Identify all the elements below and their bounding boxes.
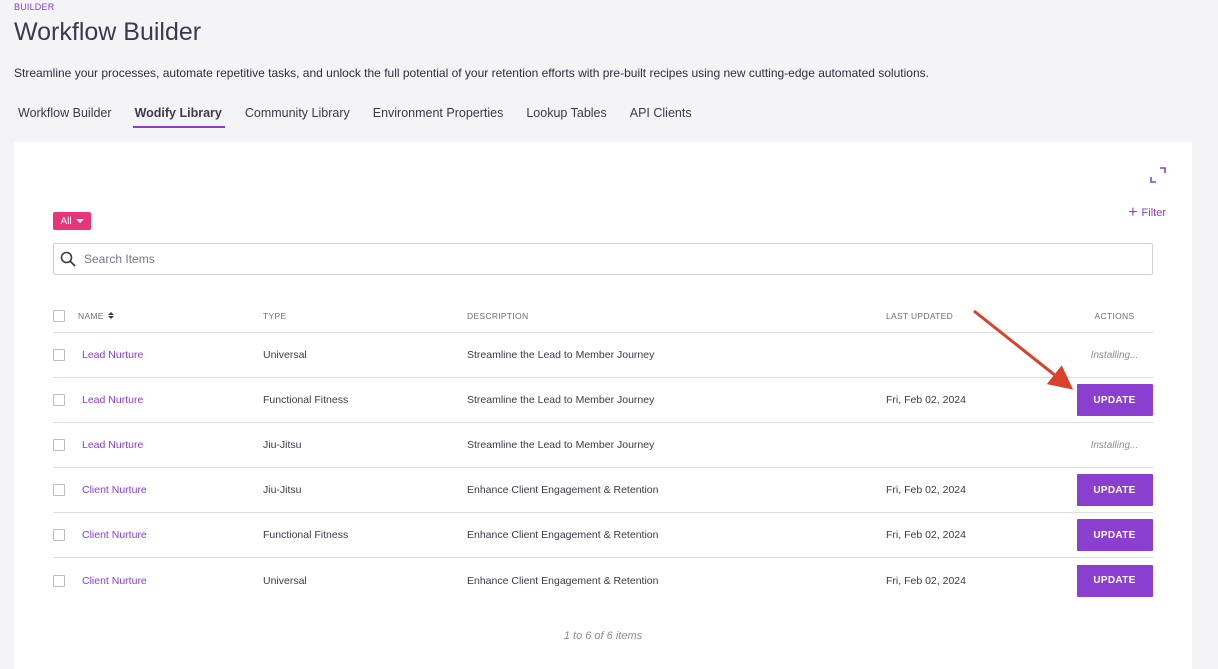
recipe-name-link[interactable]: Lead Nurture xyxy=(78,349,143,361)
update-button[interactable]: UPDATE xyxy=(1076,519,1153,551)
filter-label: Filter xyxy=(1141,207,1166,219)
search-icon xyxy=(60,251,76,267)
library-card: All + Filter NAME TYPE DESCRIPTION LAST … xyxy=(14,142,1192,669)
column-last-updated: LAST UPDATED xyxy=(886,310,954,321)
recipe-name-link[interactable]: Client Nurture xyxy=(78,529,147,541)
library-table: NAME TYPE DESCRIPTION LAST UPDATED ACTIO… xyxy=(53,299,1153,603)
page-description: Streamline your processes, automate repe… xyxy=(14,66,929,80)
recipe-name-link[interactable]: Lead Nurture xyxy=(78,394,143,406)
column-name[interactable]: NAME xyxy=(78,311,263,321)
tab-environment-properties[interactable]: Environment Properties xyxy=(369,98,507,128)
sort-icon[interactable] xyxy=(107,312,114,319)
table-row: Lead Nurture Functional Fitness Streamli… xyxy=(53,378,1153,423)
update-button[interactable]: UPDATE xyxy=(1076,474,1153,506)
table-row: Client Nurture Functional Fitness Enhanc… xyxy=(53,513,1153,558)
page-title: Workflow Builder xyxy=(14,18,202,46)
table-row: Lead Nurture Jiu-Jitsu Streamline the Le… xyxy=(53,423,1153,468)
select-all-checkbox[interactable] xyxy=(53,309,65,322)
recipe-description: Enhance Client Engagement & Retention xyxy=(467,574,659,587)
all-dropdown[interactable]: All xyxy=(53,212,91,230)
tab-community-library[interactable]: Community Library xyxy=(241,98,353,128)
recipe-type: Universal xyxy=(263,574,307,587)
recipe-type: Functional Fitness xyxy=(263,529,349,541)
recipe-last-updated: Fri, Feb 02, 2024 xyxy=(886,574,966,587)
filter-button[interactable]: + Filter xyxy=(1128,204,1166,221)
recipe-name-link[interactable]: Client Nurture xyxy=(78,484,147,496)
recipe-name-link[interactable]: Lead Nurture xyxy=(78,439,143,451)
column-actions: ACTIONS xyxy=(1094,310,1135,321)
column-type: TYPE xyxy=(263,310,287,321)
recipe-last-updated: Fri, Feb 02, 2024 xyxy=(886,394,966,406)
expand-icon[interactable] xyxy=(1150,167,1166,183)
search-box xyxy=(53,243,1153,275)
tab-workflow-builder[interactable]: Workflow Builder xyxy=(14,98,115,128)
recipe-description: Streamline the Lead to Member Journey xyxy=(467,349,655,361)
caret-down-icon xyxy=(75,219,84,223)
row-checkbox[interactable] xyxy=(53,394,65,406)
tab-wodify-library[interactable]: Wodify Library xyxy=(131,98,226,128)
recipe-description: Enhance Client Engagement & Retention xyxy=(467,529,659,541)
recipe-description: Enhance Client Engagement & Retention xyxy=(467,484,659,496)
row-checkbox[interactable] xyxy=(53,529,65,541)
recipe-type: Functional Fitness xyxy=(263,394,349,406)
row-checkbox[interactable] xyxy=(53,574,65,587)
row-checkbox[interactable] xyxy=(53,439,65,451)
table-row: Client Nurture Universal Enhance Client … xyxy=(53,558,1153,603)
recipe-type: Jiu-Jitsu xyxy=(263,439,302,451)
recipe-name-link[interactable]: Client Nurture xyxy=(78,575,147,587)
plus-icon: + xyxy=(1128,204,1138,221)
recipe-last-updated: Fri, Feb 02, 2024 xyxy=(886,484,966,496)
pagination-summary: 1 to 6 of 6 items xyxy=(563,630,643,642)
tab-api-clients[interactable]: API Clients xyxy=(626,98,695,128)
recipe-description: Streamline the Lead to Member Journey xyxy=(467,394,655,406)
installing-status: Installing... xyxy=(1090,439,1139,451)
table-header: NAME TYPE DESCRIPTION LAST UPDATED ACTIO… xyxy=(53,299,1153,333)
table-row: Lead Nurture Universal Streamline the Le… xyxy=(53,333,1153,378)
breadcrumb[interactable]: BUILDER xyxy=(14,2,54,12)
search-input[interactable] xyxy=(84,252,1084,266)
update-button[interactable]: UPDATE xyxy=(1076,384,1153,416)
recipe-type: Universal xyxy=(263,349,307,361)
tab-bar: Workflow Builder Wodify Library Communit… xyxy=(14,98,695,130)
recipe-type: Jiu-Jitsu xyxy=(263,484,302,496)
column-description: DESCRIPTION xyxy=(467,310,529,321)
all-label: All xyxy=(60,215,72,227)
row-checkbox[interactable] xyxy=(53,484,65,496)
recipe-description: Streamline the Lead to Member Journey xyxy=(467,439,655,451)
update-button[interactable]: UPDATE xyxy=(1076,564,1153,597)
row-checkbox[interactable] xyxy=(53,349,65,361)
installing-status: Installing... xyxy=(1090,349,1139,361)
table-row: Client Nurture Jiu-Jitsu Enhance Client … xyxy=(53,468,1153,513)
recipe-last-updated: Fri, Feb 02, 2024 xyxy=(886,529,966,541)
tab-lookup-tables[interactable]: Lookup Tables xyxy=(522,98,609,128)
